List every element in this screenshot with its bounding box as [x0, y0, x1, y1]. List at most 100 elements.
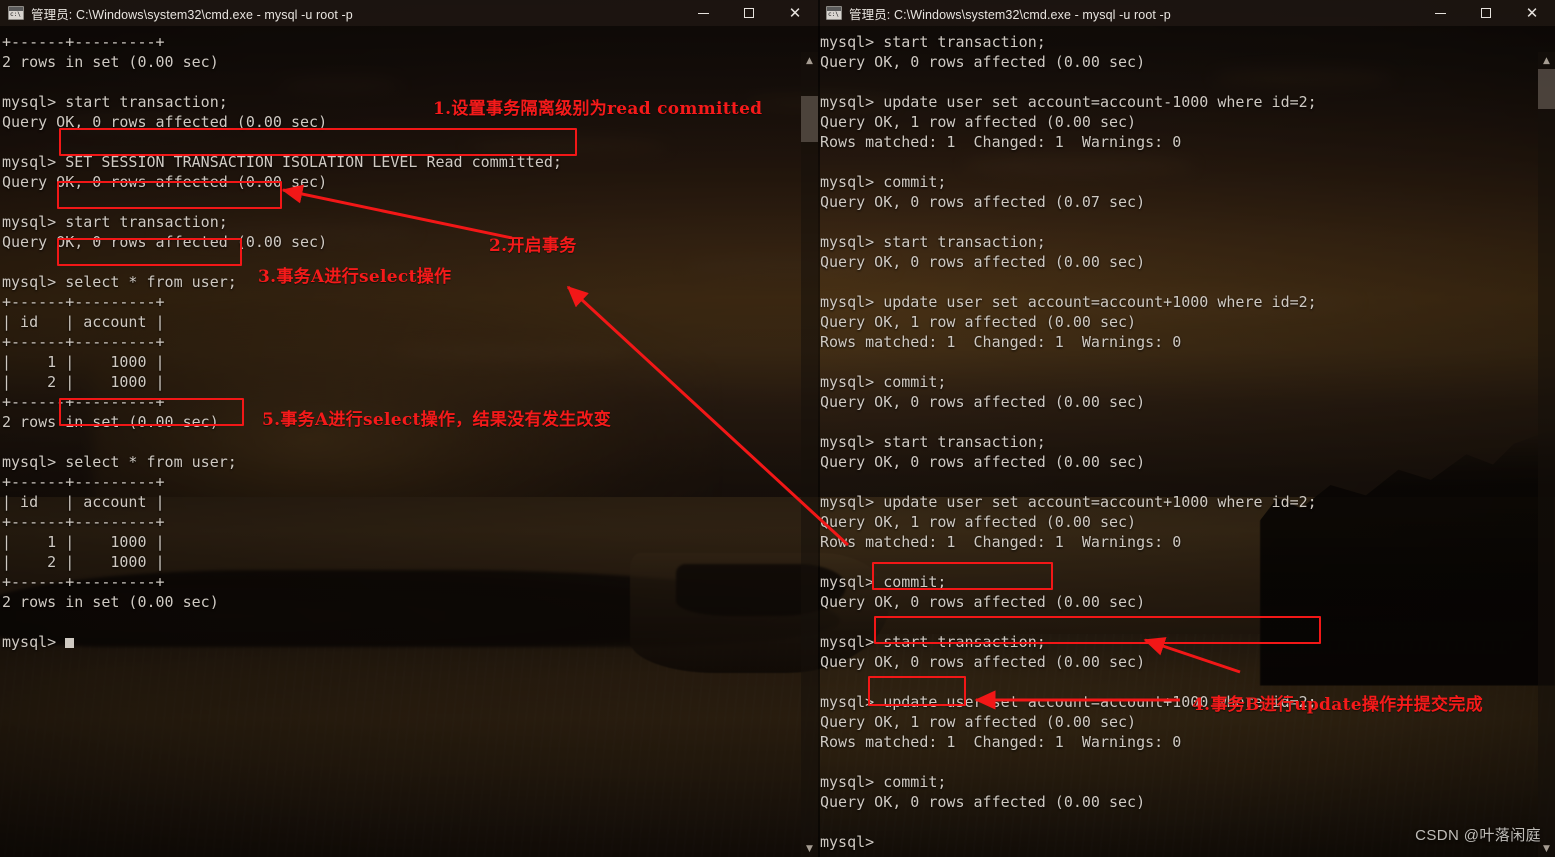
terminal-line: 2 rows in set (0.00 sec) — [2, 413, 219, 431]
terminal-line: mysql> start transaction; — [820, 233, 1046, 251]
terminal-line: Rows matched: 1 Changed: 1 Warnings: 0 — [820, 533, 1182, 551]
terminal-line: mysql> commit; — [820, 573, 947, 591]
terminal-line: +------+---------+ — [2, 33, 165, 51]
window-controls-right: ✕ — [1417, 0, 1555, 26]
terminal-line: mysql> update user set account=account-1… — [820, 93, 1317, 111]
terminal-line: Query OK, 0 rows affected (0.00 sec) — [820, 593, 1146, 611]
window-title-right: 管理员: C:\Windows\system32\cmd.exe - mysql… — [849, 7, 1171, 22]
terminal-line: 2 rows in set (0.00 sec) — [2, 593, 219, 611]
terminal-line: mysql> select * from user; — [2, 453, 237, 471]
maximize-button-left[interactable] — [726, 0, 772, 26]
terminal-line: +------+---------+ — [2, 333, 165, 351]
terminal-line: mysql> update user set account=account+1… — [820, 493, 1317, 511]
terminal-line: mysql> start transaction; — [2, 93, 228, 111]
terminal-line: Query OK, 0 rows affected (0.00 sec) — [2, 233, 328, 251]
terminal-line: Query OK, 0 rows affected (0.00 sec) — [820, 793, 1146, 811]
console-body-left: +------+---------+ 2 rows in set (0.00 se… — [0, 26, 818, 857]
close-button-right[interactable]: ✕ — [1509, 0, 1555, 26]
terminal-line: mysql> commit; — [820, 173, 947, 191]
terminal-line: mysql> start transaction; — [2, 213, 228, 231]
terminal-line: | 2 | 1000 | — [2, 373, 165, 391]
terminal-line: +------+---------+ — [2, 393, 165, 411]
window-divider — [818, 0, 820, 857]
terminal-line: Query OK, 1 row affected (0.00 sec) — [820, 513, 1137, 531]
terminal-line: Query OK, 0 rows affected (0.00 sec) — [820, 53, 1146, 71]
terminal-line: Query OK, 1 row affected (0.00 sec) — [820, 313, 1137, 331]
window-title-left: 管理员: C:\Windows\system32\cmd.exe - mysql… — [31, 7, 353, 22]
terminal-line: Query OK, 0 rows affected (0.00 sec) — [820, 253, 1146, 271]
close-button-left[interactable]: ✕ — [772, 0, 818, 26]
terminal-cursor — [65, 638, 75, 648]
scroll-up-arrow-icon-left[interactable]: ▲ — [801, 52, 818, 69]
terminal-output-left[interactable]: +------+---------+ 2 rows in set (0.00 se… — [0, 26, 801, 857]
terminal-line: mysql> start transaction; — [820, 33, 1046, 51]
terminal-line: Query OK, 1 row affected (0.00 sec) — [820, 713, 1137, 731]
terminal-line: mysql> start transaction; — [820, 633, 1046, 651]
terminal-line: Query OK, 1 row affected (0.00 sec) — [820, 113, 1137, 131]
terminal-line: +------+---------+ — [2, 573, 165, 591]
terminal-line: | 2 | 1000 | — [2, 553, 165, 571]
terminal-line: mysql> start transaction; — [820, 433, 1046, 451]
terminal-line: Rows matched: 1 Changed: 1 Warnings: 0 — [820, 133, 1182, 151]
terminal-line: +------+---------+ — [2, 293, 165, 311]
maximize-button-right[interactable] — [1463, 0, 1509, 26]
terminal-line: +------+---------+ — [2, 513, 165, 531]
console-window-left[interactable]: 管理员: C:\Windows\system32\cmd.exe - mysql… — [0, 0, 818, 857]
minimize-button-left[interactable] — [680, 0, 726, 26]
terminal-line: Rows matched: 1 Changed: 1 Warnings: 0 — [820, 333, 1182, 351]
terminal-line: Query OK, 0 rows affected (0.00 sec) — [2, 173, 328, 191]
scrollbar-thumb-left[interactable] — [801, 96, 818, 142]
scrollbar-right[interactable]: ▲ ▼ — [1538, 52, 1555, 857]
terminal-line: mysql> — [2, 632, 801, 652]
terminal-line: mysql> SET SESSION TRANSACTION ISOLATION… — [2, 153, 562, 171]
terminal-line: Query OK, 0 rows affected (0.00 sec) — [820, 653, 1146, 671]
terminal-line: | id | account | — [2, 313, 165, 331]
terminal-line: Query OK, 0 rows affected (0.07 sec) — [820, 193, 1146, 211]
scrollbar-left[interactable]: ▲ ▼ — [801, 52, 818, 857]
terminal-line: mysql> commit; — [820, 373, 947, 391]
scrollbar-thumb-right[interactable] — [1538, 69, 1555, 109]
window-controls-left: ✕ — [680, 0, 818, 26]
terminal-line: Query OK, 0 rows affected (0.00 sec) — [2, 113, 328, 131]
terminal-line: 2 rows in set (0.00 sec) — [2, 53, 219, 71]
terminal-line: +------+---------+ — [2, 473, 165, 491]
cmd-icon — [8, 6, 24, 20]
scroll-up-arrow-icon-right[interactable]: ▲ — [1538, 52, 1555, 69]
cmd-icon — [826, 6, 842, 20]
terminal-line: | 1 | 1000 | — [2, 353, 165, 371]
terminal-line: mysql> commit; — [820, 773, 947, 791]
terminal-line: | 1 | 1000 | — [2, 533, 165, 551]
minimize-button-right[interactable] — [1417, 0, 1463, 26]
titlebar-right[interactable]: 管理员: C:\Windows\system32\cmd.exe - mysql… — [818, 0, 1555, 26]
terminal-line: mysql> select * from user; — [2, 273, 237, 291]
terminal-line: | id | account | — [2, 493, 165, 511]
terminal-line: mysql> update user set account=account+1… — [820, 693, 1317, 711]
screenshot-root: 管理员: C:\Windows\system32\cmd.exe - mysql… — [0, 0, 1555, 857]
titlebar-left[interactable]: 管理员: C:\Windows\system32\cmd.exe - mysql… — [0, 0, 818, 26]
terminal-line: Query OK, 0 rows affected (0.00 sec) — [820, 453, 1146, 471]
scroll-down-arrow-icon-left[interactable]: ▼ — [801, 840, 818, 857]
terminal-line: Rows matched: 1 Changed: 1 Warnings: 0 — [820, 733, 1182, 751]
terminal-line: mysql> update user set account=account+1… — [820, 293, 1317, 311]
csdn-watermark: CSDN @叶落闲庭 — [1415, 827, 1541, 844]
console-window-right[interactable]: 管理员: C:\Windows\system32\cmd.exe - mysql… — [818, 0, 1555, 857]
terminal-output-right[interactable]: mysql> start transaction; Query OK, 0 row… — [818, 26, 1538, 857]
terminal-line: Query OK, 0 rows affected (0.00 sec) — [820, 393, 1146, 411]
